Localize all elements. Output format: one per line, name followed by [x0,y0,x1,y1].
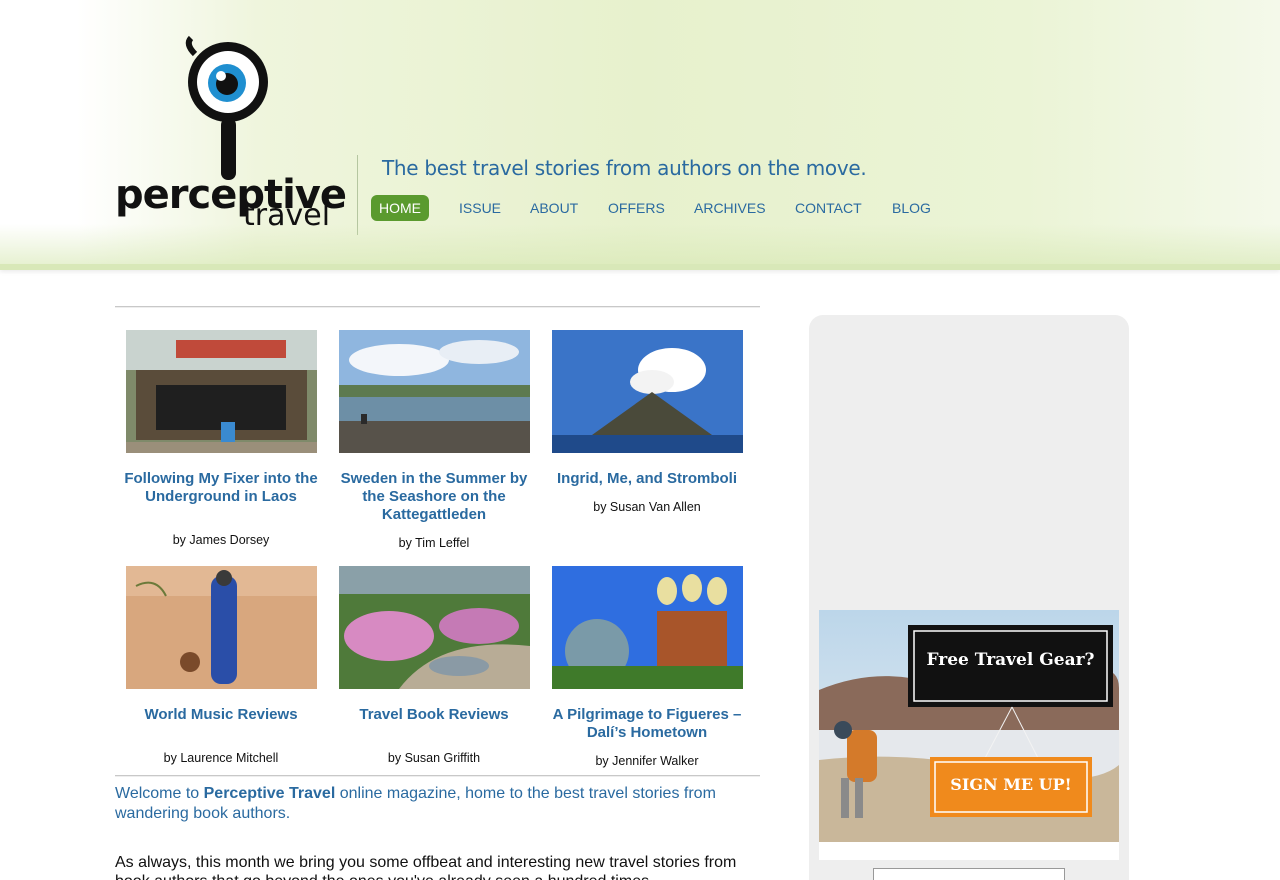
bottom-rule [115,775,760,777]
ad-signup-button[interactable]: SIGN ME UP! [930,775,1092,794]
free-travel-gear-ad[interactable]: Free Travel Gear? SIGN ME UP! [819,610,1119,860]
welcome-text: Welcome to Perceptive Travel online maga… [115,784,760,824]
story-title[interactable]: Following My Fixer into the Underground … [115,470,327,506]
story-title[interactable]: World Music Reviews [115,706,327,724]
story-title[interactable]: Travel Book Reviews [328,706,540,724]
nav-archives[interactable]: ARCHIVES [686,195,774,221]
story-title[interactable]: Sweden in the Summer by the Seashore on … [328,470,540,524]
main-content: Following My Fixer into the Underground … [115,306,760,880]
story-thumbnail-sweden[interactable] [339,330,530,453]
story-byline: by Laurence Mitchell [163,751,279,765]
nav-issue[interactable]: ISSUE [451,195,509,221]
story-byline: by James Dorsey [172,533,270,547]
logo-wordmark-sub: travel [243,198,331,233]
sidebar-input-field[interactable] [873,868,1065,880]
magnifier-eye-icon [185,35,268,180]
sidebar: Free Travel Gear? SIGN ME UP! [809,315,1129,880]
site-tagline: The best travel stories from authors on … [382,156,867,180]
site-header: perceptive travel The best travel storie… [0,0,1280,270]
ad-headline: Free Travel Gear? [926,650,1095,670]
intro-text: As always, this month we bring you some … [115,854,737,880]
story-thumbnail-book-reviews[interactable] [339,566,530,689]
nav-about[interactable]: ABOUT [522,195,586,221]
site-logo[interactable]: perceptive travel [115,34,347,236]
top-rule [115,306,760,308]
story-thumbnail-world-music[interactable] [126,566,317,689]
story-title[interactable]: A Pilgrimage to Figueres – Dalí’s Hometo… [541,706,753,742]
story-thumbnail-dali[interactable] [552,566,743,689]
header-divider [357,155,358,235]
story-byline: by Jennifer Walker [595,754,699,768]
story-title[interactable]: Ingrid, Me, and Stromboli [541,470,753,488]
story-thumbnail-laos[interactable] [126,330,317,453]
welcome-brand-link[interactable]: Perceptive Travel [204,785,336,802]
nav-blog[interactable]: BLOG [884,195,939,221]
story-byline: by Tim Leffel [398,536,470,550]
welcome-prefix: Welcome to [115,785,204,802]
story-byline: by Susan Griffith [387,751,481,765]
story-byline: by Susan Van Allen [593,500,701,514]
nav-offers[interactable]: OFFERS [600,195,673,221]
nav-contact[interactable]: CONTACT [787,195,870,221]
nav-home[interactable]: HOME [371,195,429,221]
story-thumbnail-stromboli[interactable] [552,330,743,453]
